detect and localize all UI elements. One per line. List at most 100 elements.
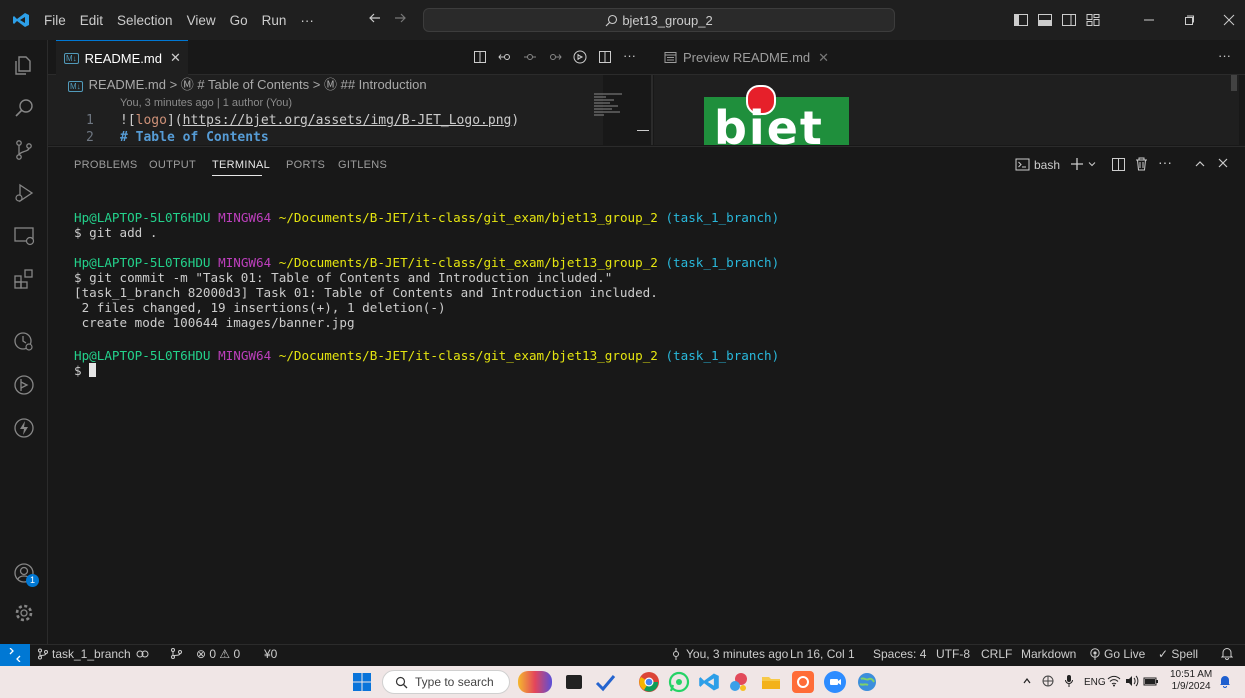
preview-scrollbar[interactable]: [1231, 75, 1237, 91]
editor-splitter[interactable]: [651, 75, 653, 145]
previous-change-icon[interactable]: [523, 50, 537, 64]
codelens-blame[interactable]: You, 3 minutes ago | 1 author (You): [120, 97, 292, 109]
split-terminal-icon[interactable]: [1111, 157, 1126, 172]
tab-gitlens[interactable]: GITLENS: [338, 159, 387, 171]
input-language[interactable]: ENG: [1084, 677, 1106, 688]
taskbar-search[interactable]: Type to search: [382, 670, 510, 694]
next-change-icon[interactable]: [548, 50, 562, 64]
whatsapp-icon[interactable]: [668, 671, 690, 693]
volume-icon[interactable]: [1125, 675, 1139, 687]
tab-output[interactable]: OUTPUT: [149, 159, 196, 171]
terminal-dropdown-icon[interactable]: [1087, 159, 1097, 169]
breadcrumb[interactable]: M↓ README.md > Ⓜ # Table of Contents > Ⓜ …: [68, 76, 427, 94]
sync-icon[interactable]: [136, 648, 149, 660]
thunder-client-icon[interactable]: [12, 416, 36, 440]
tab-preview-close-icon[interactable]: ✕: [818, 50, 829, 66]
markdown-preview[interactable]: biet: [654, 75, 1239, 145]
gitlens-compare-icon[interactable]: [573, 50, 587, 64]
tab-problems[interactable]: PROBLEMS: [74, 159, 138, 171]
tray-overflow-icon[interactable]: [1022, 676, 1032, 686]
terminal-input-line[interactable]: $: [74, 363, 97, 378]
accounts-icon[interactable]: 1: [12, 561, 39, 587]
end-of-line[interactable]: CRLF: [981, 647, 1012, 661]
kill-terminal-trash-icon[interactable]: [1134, 156, 1149, 172]
cursor-position[interactable]: Ln 16, Col 1: [790, 647, 855, 661]
close-panel-icon[interactable]: [1217, 157, 1229, 169]
manage-gear-icon[interactable]: [12, 601, 36, 625]
zoom-icon[interactable]: [824, 671, 846, 693]
minimize-icon[interactable]: [1142, 13, 1156, 27]
menu-run[interactable]: Run: [262, 13, 287, 28]
code-line-2[interactable]: # Table of Contents: [120, 130, 269, 145]
globe-app-icon[interactable]: [856, 671, 878, 693]
menu-go[interactable]: Go: [230, 13, 248, 28]
tray-microphone-icon[interactable]: [1064, 674, 1074, 688]
blame-status[interactable]: You, 3 minutes ago: [670, 647, 788, 661]
run-debug-icon[interactable]: [12, 181, 36, 205]
close-icon[interactable]: [1222, 13, 1236, 27]
branch-indicator[interactable]: task_1_branch: [37, 647, 149, 661]
encoding[interactable]: UTF-8: [936, 647, 970, 661]
git-kraken-icon[interactable]: [728, 671, 750, 693]
postman-app-icon[interactable]: [792, 671, 814, 693]
menu-more[interactable]: ···: [300, 13, 314, 28]
source-control-icon[interactable]: [12, 138, 36, 162]
code-line-1[interactable]: ![logo](https://bjet.org/assets/img/B-JE…: [120, 113, 519, 128]
remote-indicator[interactable]: [0, 644, 30, 666]
vscode-logo-icon[interactable]: [12, 12, 30, 28]
menu-view[interactable]: View: [187, 13, 216, 28]
panel-more-icon[interactable]: ···: [1158, 154, 1172, 170]
tray-language-bar-icon[interactable]: [1042, 675, 1054, 687]
timeline-icon[interactable]: [12, 330, 36, 354]
more-actions-icon[interactable]: ···: [623, 49, 636, 64]
tab-readme[interactable]: M↓ README.md ✕: [56, 40, 188, 75]
notifications-bell-icon[interactable]: [1221, 647, 1233, 660]
new-terminal-icon[interactable]: [1069, 156, 1085, 172]
customize-layout-icon[interactable]: [1085, 12, 1101, 28]
toggle-primary-sidebar-icon[interactable]: [1013, 12, 1029, 28]
language-mode[interactable]: Markdown: [1021, 647, 1076, 661]
back-arrow-icon[interactable]: [368, 11, 382, 25]
search-view-icon[interactable]: [12, 96, 36, 120]
spell-check[interactable]: ✓ Spell: [1158, 647, 1198, 661]
split-editor-icon[interactable]: [598, 50, 612, 64]
windows-start-icon[interactable]: [352, 672, 372, 692]
gitlens-icon[interactable]: [12, 373, 36, 397]
open-preview-side-icon[interactable]: [473, 50, 487, 64]
command-center-search[interactable]: bjet13_group_2: [423, 8, 895, 32]
file-explorer-icon[interactable]: [760, 671, 782, 693]
toggle-panel-icon[interactable]: [1037, 12, 1053, 28]
terminal-instance[interactable]: bash: [1015, 157, 1060, 172]
minimap[interactable]: [592, 92, 626, 122]
chrome-icon[interactable]: [638, 671, 660, 693]
taskbar-clock[interactable]: 10:51 AM 1/9/2024: [1170, 669, 1212, 693]
tab-ports[interactable]: PORTS: [286, 159, 325, 171]
indentation[interactable]: Spaces: 4: [873, 647, 926, 661]
forward-arrow-icon[interactable]: [393, 11, 407, 25]
task-view-icon[interactable]: [566, 675, 582, 689]
ports-indicator[interactable]: ¥0: [264, 647, 277, 661]
notification-center-icon[interactable]: [1219, 674, 1231, 688]
widgets-icon[interactable]: [518, 671, 552, 693]
problems-indicator[interactable]: ⊗ 0 ⚠ 0: [196, 647, 240, 661]
vscode-taskbar-icon[interactable]: [698, 671, 720, 693]
terminal-panel[interactable]: [48, 182, 1245, 644]
preview-more-icon[interactable]: ···: [1218, 48, 1231, 63]
toggle-secondary-sidebar-icon[interactable]: [1061, 12, 1077, 28]
todo-check-icon[interactable]: [594, 671, 616, 693]
maximize-panel-icon[interactable]: [1194, 158, 1206, 170]
restore-icon[interactable]: [1182, 13, 1196, 27]
menu-file[interactable]: File: [44, 13, 66, 28]
extensions-icon[interactable]: [12, 267, 36, 291]
gitlens-status-icon[interactable]: [170, 647, 183, 659]
go-live-button[interactable]: Go Live: [1089, 647, 1145, 661]
tab-close-icon[interactable]: ✕: [170, 50, 181, 66]
menu-selection[interactable]: Selection: [117, 13, 173, 28]
menu-edit[interactable]: Edit: [80, 13, 103, 28]
wifi-icon[interactable]: [1107, 675, 1121, 687]
tab-preview-readme[interactable]: Preview README.md ✕: [654, 40, 829, 75]
tab-terminal[interactable]: TERMINAL: [212, 159, 270, 171]
open-changes-icon[interactable]: [498, 50, 512, 64]
battery-icon[interactable]: [1143, 675, 1159, 687]
explorer-icon[interactable]: [12, 53, 36, 77]
